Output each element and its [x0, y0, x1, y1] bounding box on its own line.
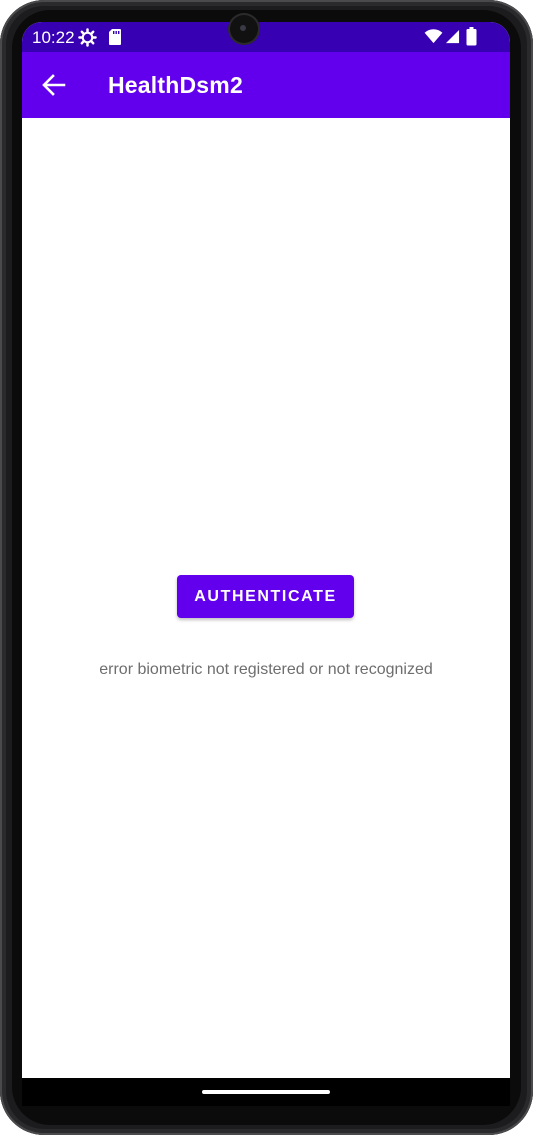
- wifi-icon: [424, 29, 443, 49]
- battery-icon: [466, 27, 477, 51]
- signal-icon: [445, 29, 460, 49]
- device-screen: 10:22 HealthDsm2 AUTHENTICATE error biom…: [22, 22, 510, 1106]
- front-camera: [230, 15, 258, 43]
- authenticate-button[interactable]: AUTHENTICATE: [177, 575, 354, 618]
- error-message: error biometric not registered or not re…: [99, 661, 433, 678]
- settings-gear-icon: [78, 28, 97, 52]
- home-gesture-handle[interactable]: [202, 1090, 330, 1094]
- back-button[interactable]: [36, 69, 72, 101]
- navigation-bar: [22, 1078, 510, 1106]
- app-title: HealthDsm2: [108, 72, 243, 98]
- status-bar: 10:22: [22, 22, 510, 52]
- main-content: AUTHENTICATE error biometric not registe…: [22, 118, 510, 1078]
- sd-card-icon: [108, 28, 122, 51]
- arrow-back-icon: [36, 74, 72, 105]
- status-time: 10:22: [32, 28, 75, 47]
- app-bar: HealthDsm2: [22, 52, 510, 118]
